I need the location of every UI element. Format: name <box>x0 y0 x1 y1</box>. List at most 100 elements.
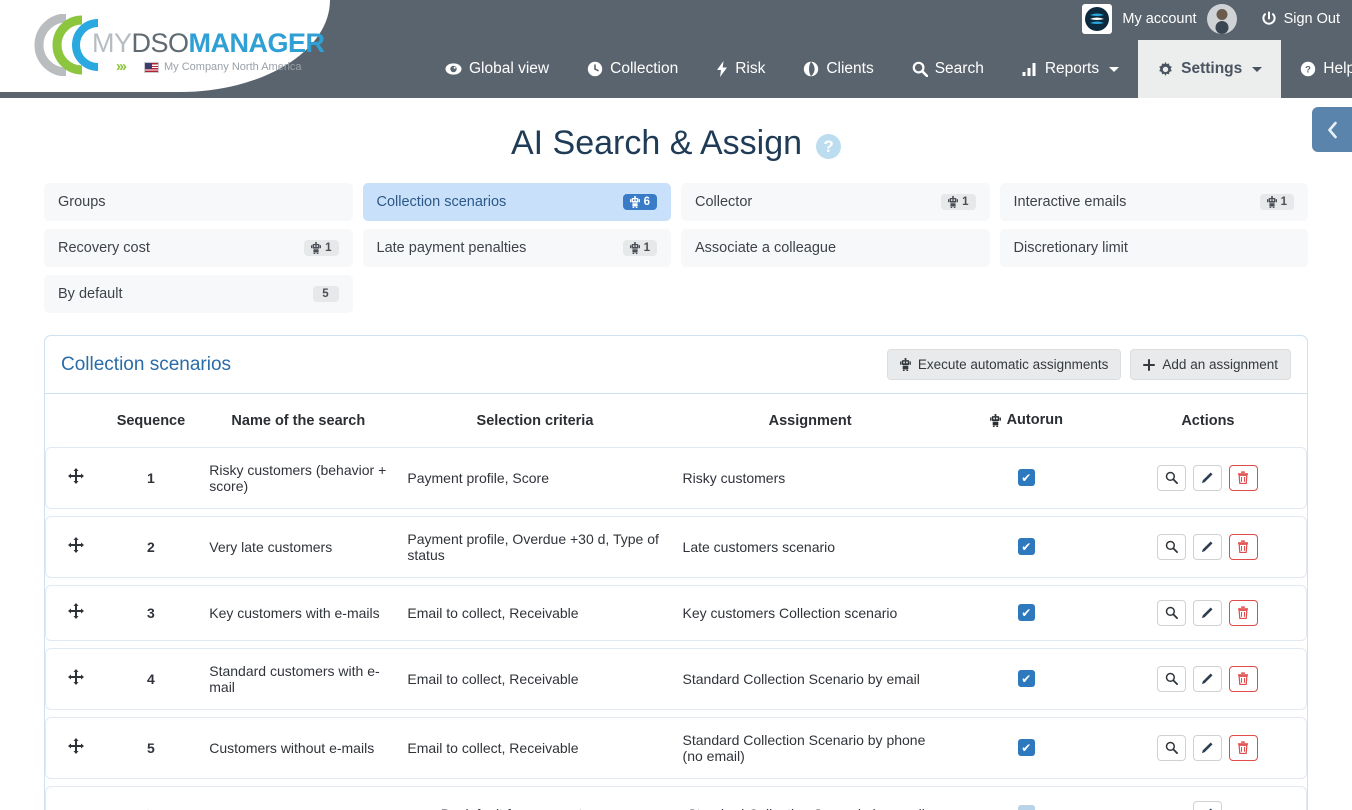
question-circle-icon: ? <box>1300 61 1316 77</box>
row-criteria: Payment profile, Score <box>393 447 668 509</box>
drag-handle[interactable] <box>45 585 107 641</box>
table-row[interactable]: 5 Customers without e-mails Email to col… <box>45 717 1307 779</box>
tab-label: Interactive emails <box>1014 194 1127 210</box>
row-sequence: 2 <box>107 516 196 578</box>
edit-button[interactable] <box>1193 735 1222 761</box>
th-drag <box>45 394 107 447</box>
pencil-icon <box>1201 606 1214 619</box>
row-name: Key customers with e-mails <box>195 585 393 641</box>
delete-button[interactable] <box>1229 735 1258 761</box>
edit-button[interactable] <box>1193 534 1222 560</box>
table-row[interactable]: 1 Risky customers (behavior + score) Pay… <box>45 447 1307 509</box>
tab-late-payment-penalties[interactable]: Late payment penalties 1 <box>363 229 672 267</box>
th-actions: Actions <box>1109 394 1307 447</box>
tab-discretionary-limit[interactable]: Discretionary limit <box>1000 229 1309 267</box>
row-autorun: ✔ <box>944 447 1109 509</box>
row-autorun: ✔ <box>944 648 1109 710</box>
tab-groups[interactable]: Groups <box>44 183 353 221</box>
row-assignment: Key customers Collection scenario <box>669 585 944 641</box>
nav-item-reports[interactable]: Reports <box>1003 40 1138 98</box>
view-button[interactable] <box>1157 600 1186 626</box>
tab-collection-scenarios[interactable]: Collection scenarios 6 <box>363 183 672 221</box>
th-assignment: Assignment <box>669 394 944 447</box>
nav-item-risk[interactable]: Risk <box>697 40 784 98</box>
tab-badge: 6 <box>623 194 657 210</box>
drag-handle-placeholder <box>45 786 107 810</box>
brand-logo[interactable]: MYDSOMANAGER ››› My Company North Americ… <box>26 12 316 80</box>
view-button[interactable] <box>1157 735 1186 761</box>
eye-icon <box>445 62 462 76</box>
row-criteria: Payment profile, Overdue +30 d, Type of … <box>393 516 668 578</box>
nav-item-help[interactable]: ? Help <box>1281 40 1352 98</box>
sidebar-toggle-button[interactable] <box>1312 107 1352 152</box>
tab-badge: 1 <box>623 240 657 256</box>
nav-item-collection[interactable]: Collection <box>568 40 697 98</box>
autorun-checkbox[interactable]: ✔ <box>1018 538 1035 555</box>
panel-actions: Execute automatic assignments Add an ass… <box>887 349 1291 380</box>
autorun-checkbox[interactable]: ✔ <box>1018 739 1035 756</box>
robot-icon <box>948 196 958 208</box>
table-row[interactable]: 2 Very late customers Payment profile, O… <box>45 516 1307 578</box>
table-row[interactable]: ∞ By default for new customers Standard … <box>45 786 1307 810</box>
nav-item-global-view[interactable]: Global view <box>426 40 568 98</box>
plus-icon <box>1143 359 1155 371</box>
pencil-icon <box>1201 540 1214 553</box>
row-assignment: Standard Collection Scenario by phone (n… <box>669 717 944 779</box>
nav-item-settings[interactable]: Settings <box>1138 40 1281 98</box>
autorun-checkbox[interactable]: ✔ <box>1018 469 1035 486</box>
company-subtitle: My Company North America <box>144 61 302 73</box>
execute-automatic-assignments-button[interactable]: Execute automatic assignments <box>887 349 1122 380</box>
my-account-link[interactable]: My account <box>1122 11 1196 27</box>
drag-handle[interactable] <box>45 717 107 779</box>
delete-button[interactable] <box>1229 465 1258 491</box>
view-button[interactable] <box>1157 465 1186 491</box>
delete-button[interactable] <box>1229 600 1258 626</box>
delete-button[interactable] <box>1229 534 1258 560</box>
page-help-icon[interactable]: ? <box>816 134 841 159</box>
table-row[interactable]: 4 Standard customers with e-mail Email t… <box>45 648 1307 710</box>
tab-collector[interactable]: Collector 1 <box>681 183 990 221</box>
drag-handle[interactable] <box>45 447 107 509</box>
table-header: Sequence Name of the search Selection cr… <box>45 394 1307 447</box>
tab-label: Collection scenarios <box>377 194 507 210</box>
view-button[interactable] <box>1157 534 1186 560</box>
autorun-checkbox: ✔ <box>1018 805 1035 810</box>
tab-recovery-cost[interactable]: Recovery cost 1 <box>44 229 353 267</box>
row-sequence: 3 <box>107 585 196 641</box>
nav-item-search[interactable]: Search <box>893 40 1003 98</box>
tab-badge-count: 5 <box>322 288 328 300</box>
edit-button[interactable] <box>1193 666 1222 692</box>
view-button[interactable] <box>1157 666 1186 692</box>
edit-button[interactable] <box>1193 600 1222 626</box>
row-name: Very late customers <box>195 516 393 578</box>
edit-button[interactable] <box>1193 465 1222 491</box>
tab-interactive-emails[interactable]: Interactive emails 1 <box>1000 183 1309 221</box>
collection-scenarios-panel: Collection scenarios Execute automa <box>44 335 1308 810</box>
delete-button[interactable] <box>1229 666 1258 692</box>
table-row[interactable]: 3 Key customers with e-mails Email to co… <box>45 585 1307 641</box>
drag-handle[interactable] <box>45 648 107 710</box>
autorun-checkbox[interactable]: ✔ <box>1018 670 1035 687</box>
tab-label: Groups <box>58 194 106 210</box>
top-bar: MYDSOMANAGER ››› My Company North Americ… <box>0 0 1352 98</box>
row-name <box>195 786 393 810</box>
nav-item-clients[interactable]: Clients <box>784 40 892 98</box>
row-assignment: Late customers scenario <box>669 516 944 578</box>
trash-icon <box>1237 672 1249 685</box>
us-flag-icon <box>144 62 159 73</box>
nav-label: Collection <box>610 60 678 78</box>
autorun-checkbox[interactable]: ✔ <box>1018 604 1035 621</box>
tab-label: Collector <box>695 194 752 210</box>
sign-out-button[interactable]: Sign Out <box>1261 11 1340 27</box>
row-actions <box>1109 786 1307 810</box>
add-an-assignment-button[interactable]: Add an assignment <box>1130 349 1291 380</box>
row-actions <box>1109 516 1307 578</box>
pencil-icon <box>1201 471 1214 484</box>
tab-associate-a-colleague[interactable]: Associate a colleague <box>681 229 990 267</box>
drag-handle[interactable] <box>45 516 107 578</box>
avatar[interactable] <box>1207 4 1237 34</box>
edit-button[interactable] <box>1193 801 1222 810</box>
tab-by-default[interactable]: By default 5 <box>44 275 353 313</box>
row-sequence: 5 <box>107 717 196 779</box>
tab-badge: 1 <box>941 194 975 210</box>
